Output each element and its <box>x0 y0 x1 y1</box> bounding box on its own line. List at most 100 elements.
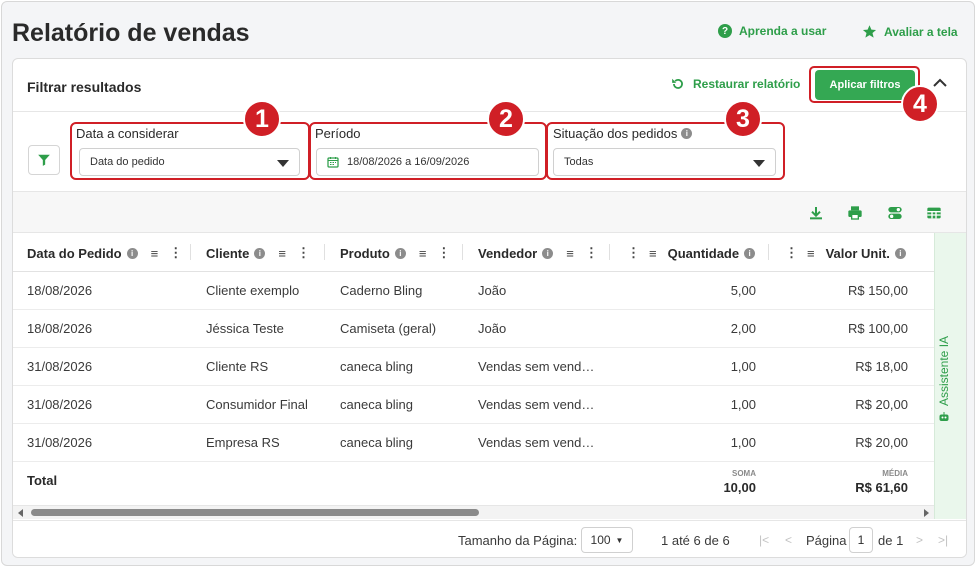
prev-page-icon[interactable]: < <box>785 533 792 547</box>
table-view-icon[interactable] <box>924 203 944 223</box>
first-page-icon[interactable]: |< <box>759 533 769 547</box>
col-header-quantity[interactable]: ⋮ ≡ Quantidade i <box>627 245 756 261</box>
pagination-bar: Tamanho da Página: 100 ▼ 1 até 6 de 6 |<… <box>13 520 966 557</box>
info-icon[interactable]: i <box>254 247 266 259</box>
cell-quantity: 2,00 <box>730 321 756 336</box>
filter-lines-icon[interactable]: ≡ <box>566 246 574 261</box>
page-of-label: de 1 <box>878 533 904 548</box>
ai-assistant-label: Assistente IA <box>937 335 951 406</box>
scroll-left-icon[interactable] <box>18 509 23 517</box>
avg-label: MÉDIA <box>882 469 908 478</box>
cell-client: Cliente exemplo <box>206 283 300 298</box>
total-label: Total <box>27 473 58 488</box>
help-link[interactable]: ? Aprenda a usar <box>718 24 826 38</box>
cell-seller: Vendas sem vend… <box>478 435 595 450</box>
table-row[interactable]: 31/08/2026 Cliente RS caneca bling Venda… <box>13 348 934 386</box>
table-header: Data do Pedido i ≡ ⋮ Cliente i ≡ ⋮ Produ… <box>13 233 934 272</box>
page-size-select[interactable]: 100 ▼ <box>581 527 633 553</box>
cell-quantity: 1,00 <box>730 397 756 412</box>
period-field-label: Período <box>315 126 361 141</box>
collapse-chevron-icon[interactable] <box>933 75 947 91</box>
columns-toggle-icon[interactable] <box>885 203 905 223</box>
column-divider[interactable] <box>768 244 769 260</box>
col-header-client[interactable]: Cliente i ≡ ⋮ <box>206 245 310 261</box>
kebab-menu-icon[interactable]: ⋮ <box>437 245 450 261</box>
col-header-unit-value[interactable]: ⋮ ≡ Valor Unit. i <box>785 245 906 261</box>
sum-value: 10,00 <box>723 480 756 495</box>
cell-date: 31/08/2026 <box>27 359 93 374</box>
step-badge-3: 3 <box>724 100 762 138</box>
kebab-menu-icon[interactable]: ⋮ <box>785 245 798 261</box>
filter-lines-icon[interactable]: ≡ <box>419 246 427 261</box>
download-icon[interactable] <box>806 203 826 223</box>
column-divider[interactable] <box>609 244 610 260</box>
apply-filters-button[interactable]: Aplicar filtros <box>815 70 915 100</box>
cell-unit-value: R$ 20,00 <box>855 435 908 450</box>
cell-client: Cliente RS <box>206 359 269 374</box>
cell-quantity: 1,00 <box>730 359 756 374</box>
info-icon[interactable]: i <box>744 247 756 259</box>
period-value: 18/08/2026 a 16/09/2026 <box>347 156 470 168</box>
date-select[interactable]: Data do pedido <box>79 148 300 176</box>
table-row[interactable]: 31/08/2026 Empresa RS caneca bling Venda… <box>13 424 934 462</box>
column-divider[interactable] <box>190 244 191 260</box>
caret-down-icon <box>753 160 765 167</box>
info-icon[interactable]: i <box>126 247 138 259</box>
info-icon[interactable]: i <box>894 247 906 259</box>
info-icon[interactable]: i <box>681 128 693 139</box>
table-row[interactable]: 18/08/2026 Cliente exemplo Caderno Bling… <box>13 272 934 310</box>
table-row[interactable]: 18/08/2026 Jéssica Teste Camiseta (geral… <box>13 310 934 348</box>
filter-toggle-button[interactable] <box>28 145 60 175</box>
restore-label: Restaurar relatório <box>693 77 801 91</box>
kebab-menu-icon[interactable]: ⋮ <box>627 245 640 261</box>
next-page-icon[interactable]: > <box>916 533 923 547</box>
col-header-label: Data do Pedido <box>27 245 122 261</box>
help-icon: ? <box>718 24 732 38</box>
status-select[interactable]: Todas <box>553 148 776 176</box>
page-input[interactable]: 1 <box>849 527 873 553</box>
cell-date: 31/08/2026 <box>27 435 93 450</box>
sum-label: SOMA <box>732 469 756 478</box>
print-icon[interactable] <box>845 203 865 223</box>
column-divider[interactable] <box>324 244 325 260</box>
help-link-label: Aprenda a usar <box>739 24 827 38</box>
col-header-label: Cliente <box>206 245 250 261</box>
step-badge-4: 4 <box>901 85 939 123</box>
period-input[interactable]: 18/08/2026 a 16/09/2026 <box>316 148 539 176</box>
kebab-menu-icon[interactable]: ⋮ <box>585 245 598 261</box>
date-field-label: Data a considerar <box>76 126 179 141</box>
table-row[interactable]: 31/08/2026 Consumidor Final caneca bling… <box>13 386 934 424</box>
restore-report-button[interactable]: Restaurar relatório <box>671 77 800 91</box>
info-icon[interactable]: i <box>394 247 406 259</box>
col-header-seller[interactable]: Vendedor i ≡ ⋮ <box>478 245 598 261</box>
total-row: Total SOMA 10,00 MÉDIA R$ 61,60 <box>13 463 934 503</box>
horizontal-scrollbar[interactable] <box>13 505 934 519</box>
last-page-icon[interactable]: >| <box>938 533 948 547</box>
filter-lines-icon[interactable]: ≡ <box>278 246 286 261</box>
filter-lines-icon[interactable]: ≡ <box>151 246 159 261</box>
robot-icon <box>939 412 949 421</box>
col-header-label: Quantidade <box>667 245 740 261</box>
cell-date: 31/08/2026 <box>27 397 93 412</box>
scroll-right-icon[interactable] <box>924 509 929 517</box>
filter-lines-icon[interactable]: ≡ <box>807 246 815 261</box>
rate-link[interactable]: Avaliar a tela <box>862 24 958 39</box>
col-header-product[interactable]: Produto i ≡ ⋮ <box>340 245 450 261</box>
scrollbar-thumb[interactable] <box>31 509 479 516</box>
cell-seller: João <box>478 321 507 336</box>
cell-client: Jéssica Teste <box>206 321 284 336</box>
date-select-value: Data do pedido <box>90 156 165 168</box>
kebab-menu-icon[interactable]: ⋮ <box>297 245 310 261</box>
kebab-menu-icon[interactable]: ⋮ <box>169 245 182 261</box>
col-header-date[interactable]: Data do Pedido i ≡ ⋮ <box>27 245 182 261</box>
column-divider[interactable] <box>462 244 463 260</box>
table-toolbar <box>13 191 966 233</box>
cell-date: 18/08/2026 <box>27 321 93 336</box>
cell-unit-value: R$ 18,00 <box>855 359 908 374</box>
ai-assistant-tab[interactable]: Assistente IA <box>934 233 966 519</box>
filter-lines-icon[interactable]: ≡ <box>649 246 657 261</box>
cell-product: caneca bling <box>340 397 413 412</box>
cell-client: Consumidor Final <box>206 397 308 412</box>
report-card: Filtrar resultados Restaurar relatório A… <box>12 58 967 558</box>
info-icon[interactable]: i <box>542 247 554 259</box>
